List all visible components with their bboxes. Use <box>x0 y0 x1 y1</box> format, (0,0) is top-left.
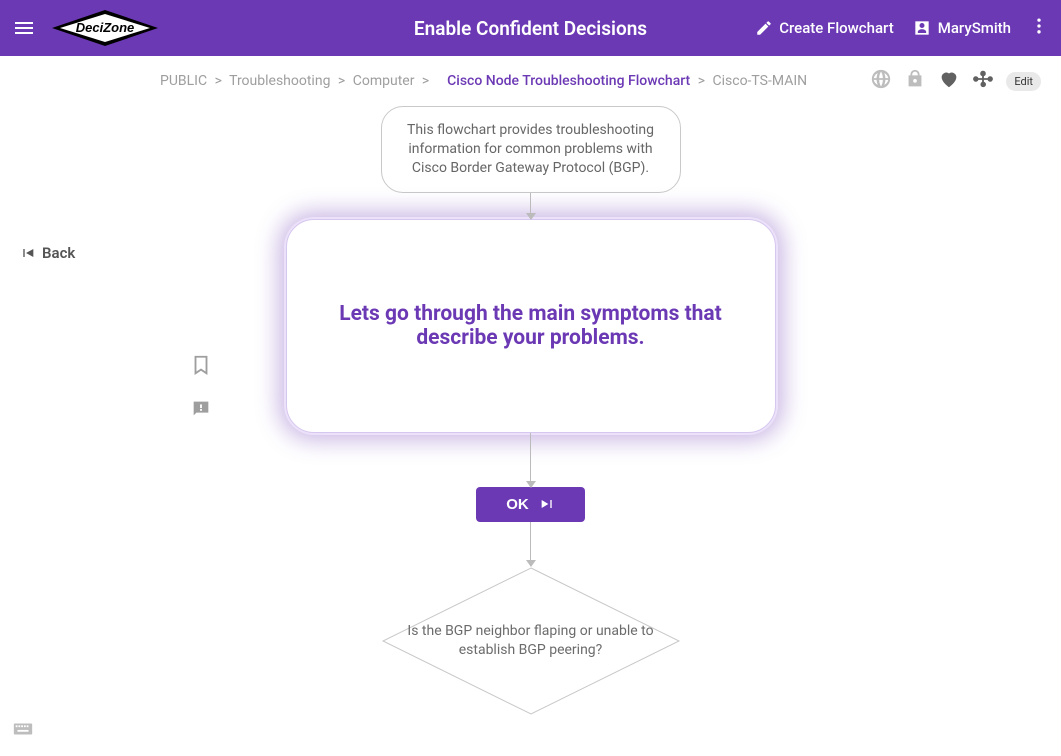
globe-icon[interactable] <box>870 68 892 94</box>
connector <box>530 433 531 487</box>
crumb-public[interactable]: PUBLIC <box>160 73 207 89</box>
keyboard-icon[interactable] <box>12 718 34 744</box>
crumb-computer[interactable]: Computer <box>353 73 415 89</box>
back-icon <box>20 245 36 261</box>
logo-text: DeciZone <box>76 20 135 35</box>
crumb-current[interactable]: Cisco Node Troubleshooting Flowchart <box>447 73 690 89</box>
app-title: Enable Confident Decisions <box>414 17 647 40</box>
app-logo[interactable]: DeciZone <box>50 8 160 48</box>
node-decision: Is the BGP neighbor flaping or unable to… <box>381 566 681 716</box>
connector <box>530 536 531 566</box>
back-label: Back <box>42 244 75 262</box>
side-tools <box>190 354 212 424</box>
topbar-right: Create Flowchart MarySmith <box>755 16 1049 40</box>
ok-label: OK <box>506 496 529 513</box>
flowchart-canvas: Back This flowchart provides troubleshoo… <box>0 96 1061 756</box>
create-flowchart-label: Create Flowchart <box>779 19 893 37</box>
flow-column: This flowchart provides troubleshooting … <box>251 106 811 716</box>
tree-icon[interactable] <box>972 68 994 94</box>
top-bar: DeciZone Enable Confident Decisions Crea… <box>0 0 1061 56</box>
menu-icon[interactable] <box>12 16 36 40</box>
decision-text: Is the BGP neighbor flaping or unable to… <box>406 622 656 658</box>
back-button[interactable]: Back <box>20 244 75 262</box>
crumb-suffix: Cisco-TS-MAIN <box>713 73 808 89</box>
connector <box>530 193 531 219</box>
edit-button[interactable]: Edit <box>1006 72 1041 91</box>
user-icon <box>912 18 932 38</box>
crumb-troubleshooting[interactable]: Troubleshooting <box>229 73 330 89</box>
heart-icon[interactable] <box>938 68 960 94</box>
play-next-icon <box>539 496 555 512</box>
create-flowchart-button[interactable]: Create Flowchart <box>755 19 893 37</box>
pencil-icon <box>755 19 773 37</box>
user-menu[interactable]: MarySmith <box>912 18 1011 38</box>
node-intro: This flowchart provides troubleshooting … <box>381 106 681 193</box>
subheader-icons: Edit <box>870 68 1041 94</box>
breadcrumb: PUBLIC > Troubleshooting > Computer > Ci… <box>160 73 807 89</box>
feedback-icon[interactable] <box>190 398 212 424</box>
lock-icon[interactable] <box>904 68 926 94</box>
node-main: Lets go through the main symptoms that d… <box>286 219 776 433</box>
connector <box>530 522 531 536</box>
sub-header: PUBLIC > Troubleshooting > Computer > Ci… <box>0 56 1061 96</box>
bookmark-icon[interactable] <box>190 354 212 380</box>
user-name-label: MarySmith <box>938 19 1011 37</box>
ok-button[interactable]: OK <box>476 487 585 522</box>
more-icon[interactable] <box>1029 16 1049 40</box>
